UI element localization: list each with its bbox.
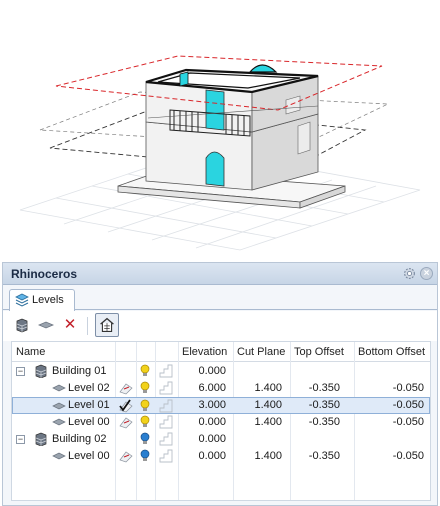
plan-view-icon[interactable] bbox=[118, 381, 134, 395]
stairs-icon[interactable] bbox=[159, 415, 173, 429]
building-icon bbox=[35, 432, 47, 446]
lightbulb-blue-icon[interactable] bbox=[140, 432, 150, 446]
lightbulb-on-icon[interactable] bbox=[140, 381, 150, 395]
new-building-icon[interactable] bbox=[13, 316, 31, 334]
row-cut-plane: 1.400 bbox=[254, 399, 282, 411]
tab-levels-label: Levels bbox=[32, 294, 64, 306]
collapse-toggle[interactable]: − bbox=[16, 435, 25, 444]
column-header-name[interactable]: Name bbox=[16, 342, 45, 362]
gear-icon[interactable] bbox=[402, 266, 417, 281]
column-header-cut-plane[interactable]: Cut Plane bbox=[237, 342, 285, 362]
new-level-icon[interactable] bbox=[37, 316, 55, 334]
panel-title-bar[interactable]: Rhinoceros × bbox=[3, 263, 437, 285]
row-top-offset: -0.350 bbox=[308, 416, 340, 428]
delete-icon[interactable]: ✕ bbox=[61, 316, 79, 334]
row-elevation: 3.000 bbox=[198, 399, 226, 411]
lightbulb-blue-icon[interactable] bbox=[140, 449, 150, 463]
level-icon bbox=[52, 418, 66, 426]
row-cut-plane: 1.400 bbox=[254, 382, 282, 394]
levels-table: Name Elevation Cut Plane Top Offset Bott… bbox=[11, 341, 431, 501]
row-cut-plane: 1.400 bbox=[254, 450, 282, 462]
lightbulb-on-icon[interactable] bbox=[140, 364, 150, 378]
row-top-offset: -0.350 bbox=[308, 399, 340, 411]
level-icon bbox=[52, 402, 66, 410]
row-name: Level 02 bbox=[68, 382, 110, 394]
row-name: Level 00 bbox=[68, 416, 110, 428]
row-cut-plane: 1.400 bbox=[254, 416, 282, 428]
levels-panel: Rhinoceros × Levels ✕ Name Elevation Cut… bbox=[2, 262, 438, 506]
plan-view-icon[interactable] bbox=[118, 415, 134, 429]
level-icon bbox=[52, 452, 66, 460]
building-model-view bbox=[19, 55, 421, 251]
current-level-check-icon[interactable] bbox=[118, 399, 134, 413]
tab-strip: Levels bbox=[3, 286, 437, 311]
row-bottom-offset: -0.050 bbox=[392, 399, 424, 411]
stairs-icon[interactable] bbox=[159, 449, 173, 463]
close-icon[interactable]: × bbox=[420, 267, 433, 280]
row-elevation: 0.000 bbox=[198, 365, 226, 377]
level-icon bbox=[52, 384, 66, 392]
table-row-level-01[interactable]: Level 01 3.000 1.400 -0.350 -0.050 bbox=[12, 397, 430, 414]
levels-toolbar: ✕ bbox=[3, 311, 437, 341]
building-icon bbox=[35, 364, 47, 378]
3d-viewport[interactable] bbox=[0, 0, 440, 258]
toolbar-separator bbox=[87, 317, 88, 335]
row-elevation: 0.000 bbox=[198, 450, 226, 462]
stairs-icon[interactable] bbox=[159, 381, 173, 395]
plan-view-icon[interactable] bbox=[118, 449, 134, 463]
panel-title: Rhinoceros bbox=[11, 267, 78, 281]
roof-arch bbox=[248, 64, 278, 73]
upper-door bbox=[205, 89, 225, 131]
levels-stack-icon bbox=[15, 293, 29, 307]
stairs-icon[interactable] bbox=[159, 432, 173, 446]
table-row-building-01[interactable]: − Building 01 0.000 bbox=[12, 363, 430, 380]
row-bottom-offset: -0.050 bbox=[392, 382, 424, 394]
row-elevation: 0.000 bbox=[198, 416, 226, 428]
stairs-icon[interactable] bbox=[159, 364, 173, 378]
row-name: Level 00 bbox=[68, 450, 110, 462]
row-name: Building 02 bbox=[52, 433, 107, 445]
row-bottom-offset: -0.050 bbox=[392, 416, 424, 428]
tab-levels[interactable]: Levels bbox=[9, 289, 75, 311]
collapse-toggle[interactable]: − bbox=[16, 367, 25, 376]
column-header-elevation[interactable]: Elevation bbox=[182, 342, 227, 362]
lightbulb-on-icon[interactable] bbox=[140, 415, 150, 429]
row-name: Level 01 bbox=[68, 399, 110, 411]
column-header-top-offset[interactable]: Top Offset bbox=[294, 342, 344, 362]
stairs-icon[interactable] bbox=[159, 399, 173, 413]
row-name: Building 01 bbox=[52, 365, 107, 377]
row-elevation: 6.000 bbox=[198, 382, 226, 394]
table-row-level-00[interactable]: Level 00 0.000 1.400 -0.350 -0.050 bbox=[12, 448, 430, 465]
row-top-offset: -0.350 bbox=[308, 450, 340, 462]
table-row-building-02[interactable]: − Building 02 0.000 bbox=[12, 431, 430, 448]
lightbulb-on-icon[interactable] bbox=[140, 399, 150, 413]
show-building-icon[interactable] bbox=[95, 313, 119, 337]
ground-door bbox=[205, 151, 225, 187]
row-elevation: 0.000 bbox=[198, 433, 226, 445]
table-row-level-00[interactable]: Level 00 0.000 1.400 -0.350 -0.050 bbox=[12, 414, 430, 431]
column-header-bottom-offset[interactable]: Bottom Offset bbox=[358, 342, 425, 362]
table-row-level-02[interactable]: Level 02 6.000 1.400 -0.350 -0.050 bbox=[12, 380, 430, 397]
row-top-offset: -0.350 bbox=[308, 382, 340, 394]
row-bottom-offset: -0.050 bbox=[392, 450, 424, 462]
